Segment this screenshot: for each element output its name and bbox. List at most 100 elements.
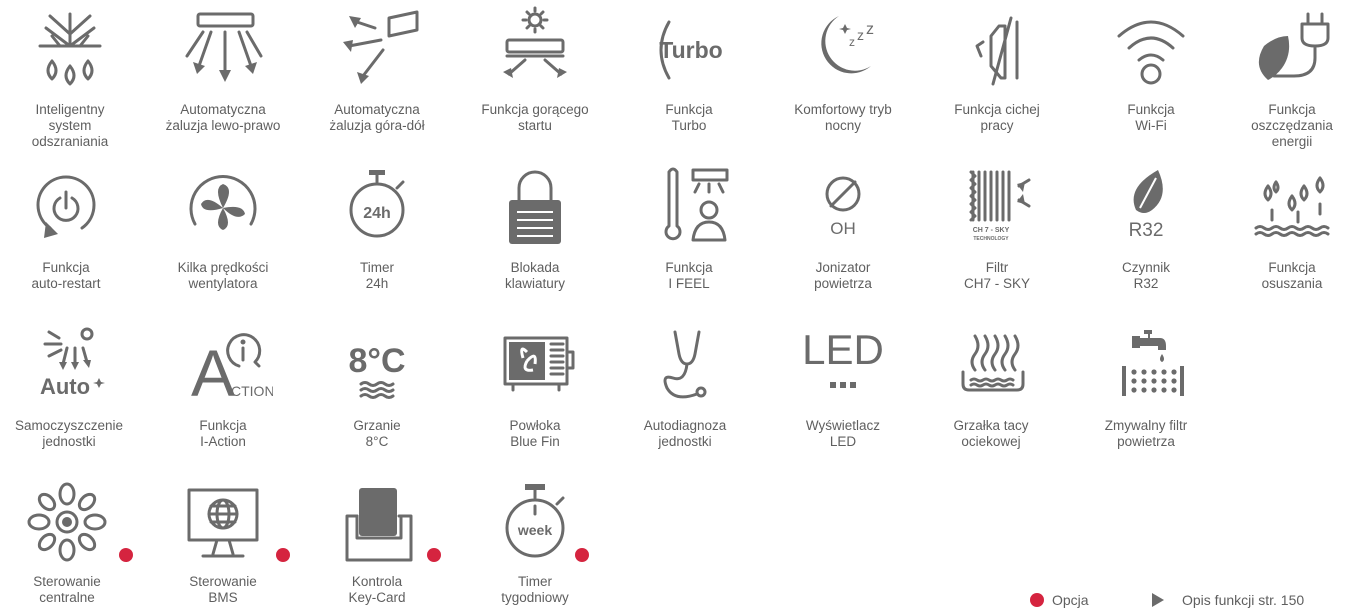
option-dot — [276, 548, 290, 562]
weekly-timer-icon: week — [485, 478, 585, 568]
weekly-timer-icon-text: week — [517, 522, 552, 538]
feature-louver-up-down: Automatyczna żaluzja góra-dół — [302, 6, 452, 134]
led-display-icon: LED — [793, 322, 893, 412]
feature-label: Filtr CH7 - SKY — [963, 260, 1031, 291]
night-mode-icon: z z z — [793, 6, 893, 96]
feature-label: Funkcja oszczędzania energii — [1251, 102, 1333, 149]
feature-label: Funkcja I FEEL — [665, 260, 713, 291]
feature-label: Zmywalny filtr powietrza — [1104, 418, 1188, 449]
feature-led-display: LED Wyświetlacz LED — [768, 322, 918, 450]
feature-label: Kontrola Key-Card — [348, 574, 406, 605]
filter-icon-text: CH 7 - SKY — [973, 227, 1010, 234]
feature-label: Autodiagnoza jednostki — [643, 418, 727, 449]
feature-bms-control: Sterowanie BMS — [148, 478, 298, 606]
feature-label: Funkcja I-Action — [199, 418, 247, 449]
feature-label: Jonizator powietrza — [814, 260, 872, 291]
timer-24h-icon: 24h — [327, 164, 427, 254]
feature-dehumidify: Funkcja osuszania — [1217, 164, 1357, 292]
filter-ch7-sky-icon: CH 7 - SKY TECHNOLOGY — [947, 164, 1047, 254]
blue-fin-icon — [485, 322, 585, 412]
drain-pan-heater-icon — [941, 322, 1041, 412]
timer-icon-text: 24h — [363, 205, 391, 222]
feature-label: Wyświetlacz LED — [805, 418, 881, 449]
feature-label: Funkcja cichej pracy — [954, 102, 1040, 133]
feature-turbo: Turbo Funkcja Turbo — [614, 6, 764, 134]
energy-saving-icon — [1242, 6, 1342, 96]
feature-label: Sterowanie BMS — [189, 574, 257, 605]
feature-label: Automatyczna żaluzja góra-dół — [329, 102, 425, 133]
feature-fan-speeds: Kilka prędkości wentylatora — [148, 164, 298, 292]
option-dot — [575, 548, 589, 562]
feature-label: Komfortowy tryb nocny — [794, 102, 892, 133]
refrigerant-icon-text: R32 — [1129, 220, 1164, 241]
feature-defrost: Inteligentny system odszraniania — [0, 6, 145, 150]
feature-label: Funkcja Wi-Fi — [1127, 102, 1175, 133]
feature-hot-start: Funkcja gorącego startu — [460, 6, 610, 134]
led-icon-text: LED — [802, 326, 884, 373]
feature-self-diagnosis: Autodiagnoza jednostki — [610, 322, 760, 450]
feature-heating-8c: 8°C Grzanie 8°C — [302, 322, 452, 450]
feature-label: Czynnik R32 — [1121, 260, 1170, 291]
feature-timer-24h: 24h Timer 24h — [302, 164, 452, 292]
quiet-mode-icon — [947, 6, 1047, 96]
legend-description: Opis funkcji str. 150 — [1152, 592, 1304, 608]
feature-drain-pan-heater: Grzałka tacy ociekowej — [916, 322, 1066, 450]
feature-i-action: A CTION Funkcja I-Action — [148, 322, 298, 450]
key-card-icon — [327, 478, 427, 568]
feature-ionizer: OH Jonizator powietrza — [768, 164, 918, 292]
legend-option: Opcja — [1030, 592, 1089, 608]
legend-option-label: Opcja — [1052, 592, 1089, 608]
self-clean-icon: Auto — [19, 322, 119, 412]
fan-speeds-icon — [173, 164, 273, 254]
feature-washable-filter: Zmywalny filtr powietrza — [1071, 322, 1221, 450]
louver-up-down-icon — [327, 6, 427, 96]
option-dot — [119, 548, 133, 562]
feature-auto-restart: Funkcja auto-restart — [0, 164, 141, 292]
heating-icon-text: 8°C — [348, 342, 405, 380]
i-action-icon-subtext: CTION — [231, 383, 273, 399]
feature-label: Funkcja osuszania — [1261, 260, 1323, 291]
louver-left-right-icon — [173, 6, 273, 96]
play-arrow-icon — [1152, 593, 1164, 607]
svg-text:z: z — [866, 21, 874, 38]
feature-label: Grzanie 8°C — [353, 418, 401, 449]
svg-text:z: z — [849, 35, 855, 49]
feature-weekly-timer: week Timer tygodniowy — [460, 478, 610, 606]
feature-label: Timer 24h — [360, 260, 394, 291]
central-control-icon — [17, 478, 117, 568]
feature-label: Samoczyszczenie jednostki — [14, 418, 124, 449]
self-clean-icon-text: Auto — [40, 374, 90, 399]
feature-label: Funkcja gorącego startu — [481, 102, 589, 133]
feature-quiet-mode: Funkcja cichej pracy — [922, 6, 1072, 134]
feature-refrigerant-r32: R32 Czynnik R32 — [1071, 164, 1221, 292]
feature-label: Sterowanie centralne — [33, 574, 101, 605]
feature-blue-fin: Powłoka Blue Fin — [460, 322, 610, 450]
feature-label: Funkcja auto-restart — [31, 260, 101, 291]
bms-control-icon — [173, 478, 273, 568]
washable-filter-icon — [1096, 322, 1196, 412]
wifi-icon — [1101, 6, 1201, 96]
feature-filter-ch7-sky: CH 7 - SKY TECHNOLOGY Filtr CH7 - SKY — [922, 164, 1072, 292]
feature-label: Kilka prędkości wentylatora — [177, 260, 269, 291]
auto-restart-icon — [16, 164, 116, 254]
ionizer-icon-text: OH — [830, 219, 856, 238]
feature-label: Automatyczna żaluzja lewo-prawo — [165, 102, 281, 133]
heating-8c-icon: 8°C — [327, 322, 427, 412]
option-dot-icon — [1030, 593, 1044, 607]
feature-louver-left-right: Automatyczna żaluzja lewo-prawo — [148, 6, 298, 134]
feature-self-clean: Auto Samoczyszczenie jednostki — [0, 322, 144, 450]
feature-label: Powłoka Blue Fin — [509, 418, 561, 449]
feature-label: Inteligentny system odszraniania — [31, 102, 109, 149]
feature-night-mode: z z z Komfortowy tryb nocny — [768, 6, 918, 134]
svg-text:z: z — [857, 27, 864, 43]
feature-label: Grzałka tacy ociekowej — [953, 418, 1029, 449]
dehumidify-icon — [1242, 164, 1342, 254]
legend-description-label: Opis funkcji str. 150 — [1182, 592, 1305, 608]
hot-start-icon — [485, 6, 585, 96]
feature-central-control: Sterowanie centralne — [0, 478, 142, 606]
self-diagnosis-icon — [635, 322, 735, 412]
feature-label: Timer tygodniowy — [501, 574, 569, 605]
keypad-lock-icon — [485, 164, 585, 254]
feature-i-feel: Funkcja I FEEL — [614, 164, 764, 292]
feature-key-card: Kontrola Key-Card — [302, 478, 452, 606]
